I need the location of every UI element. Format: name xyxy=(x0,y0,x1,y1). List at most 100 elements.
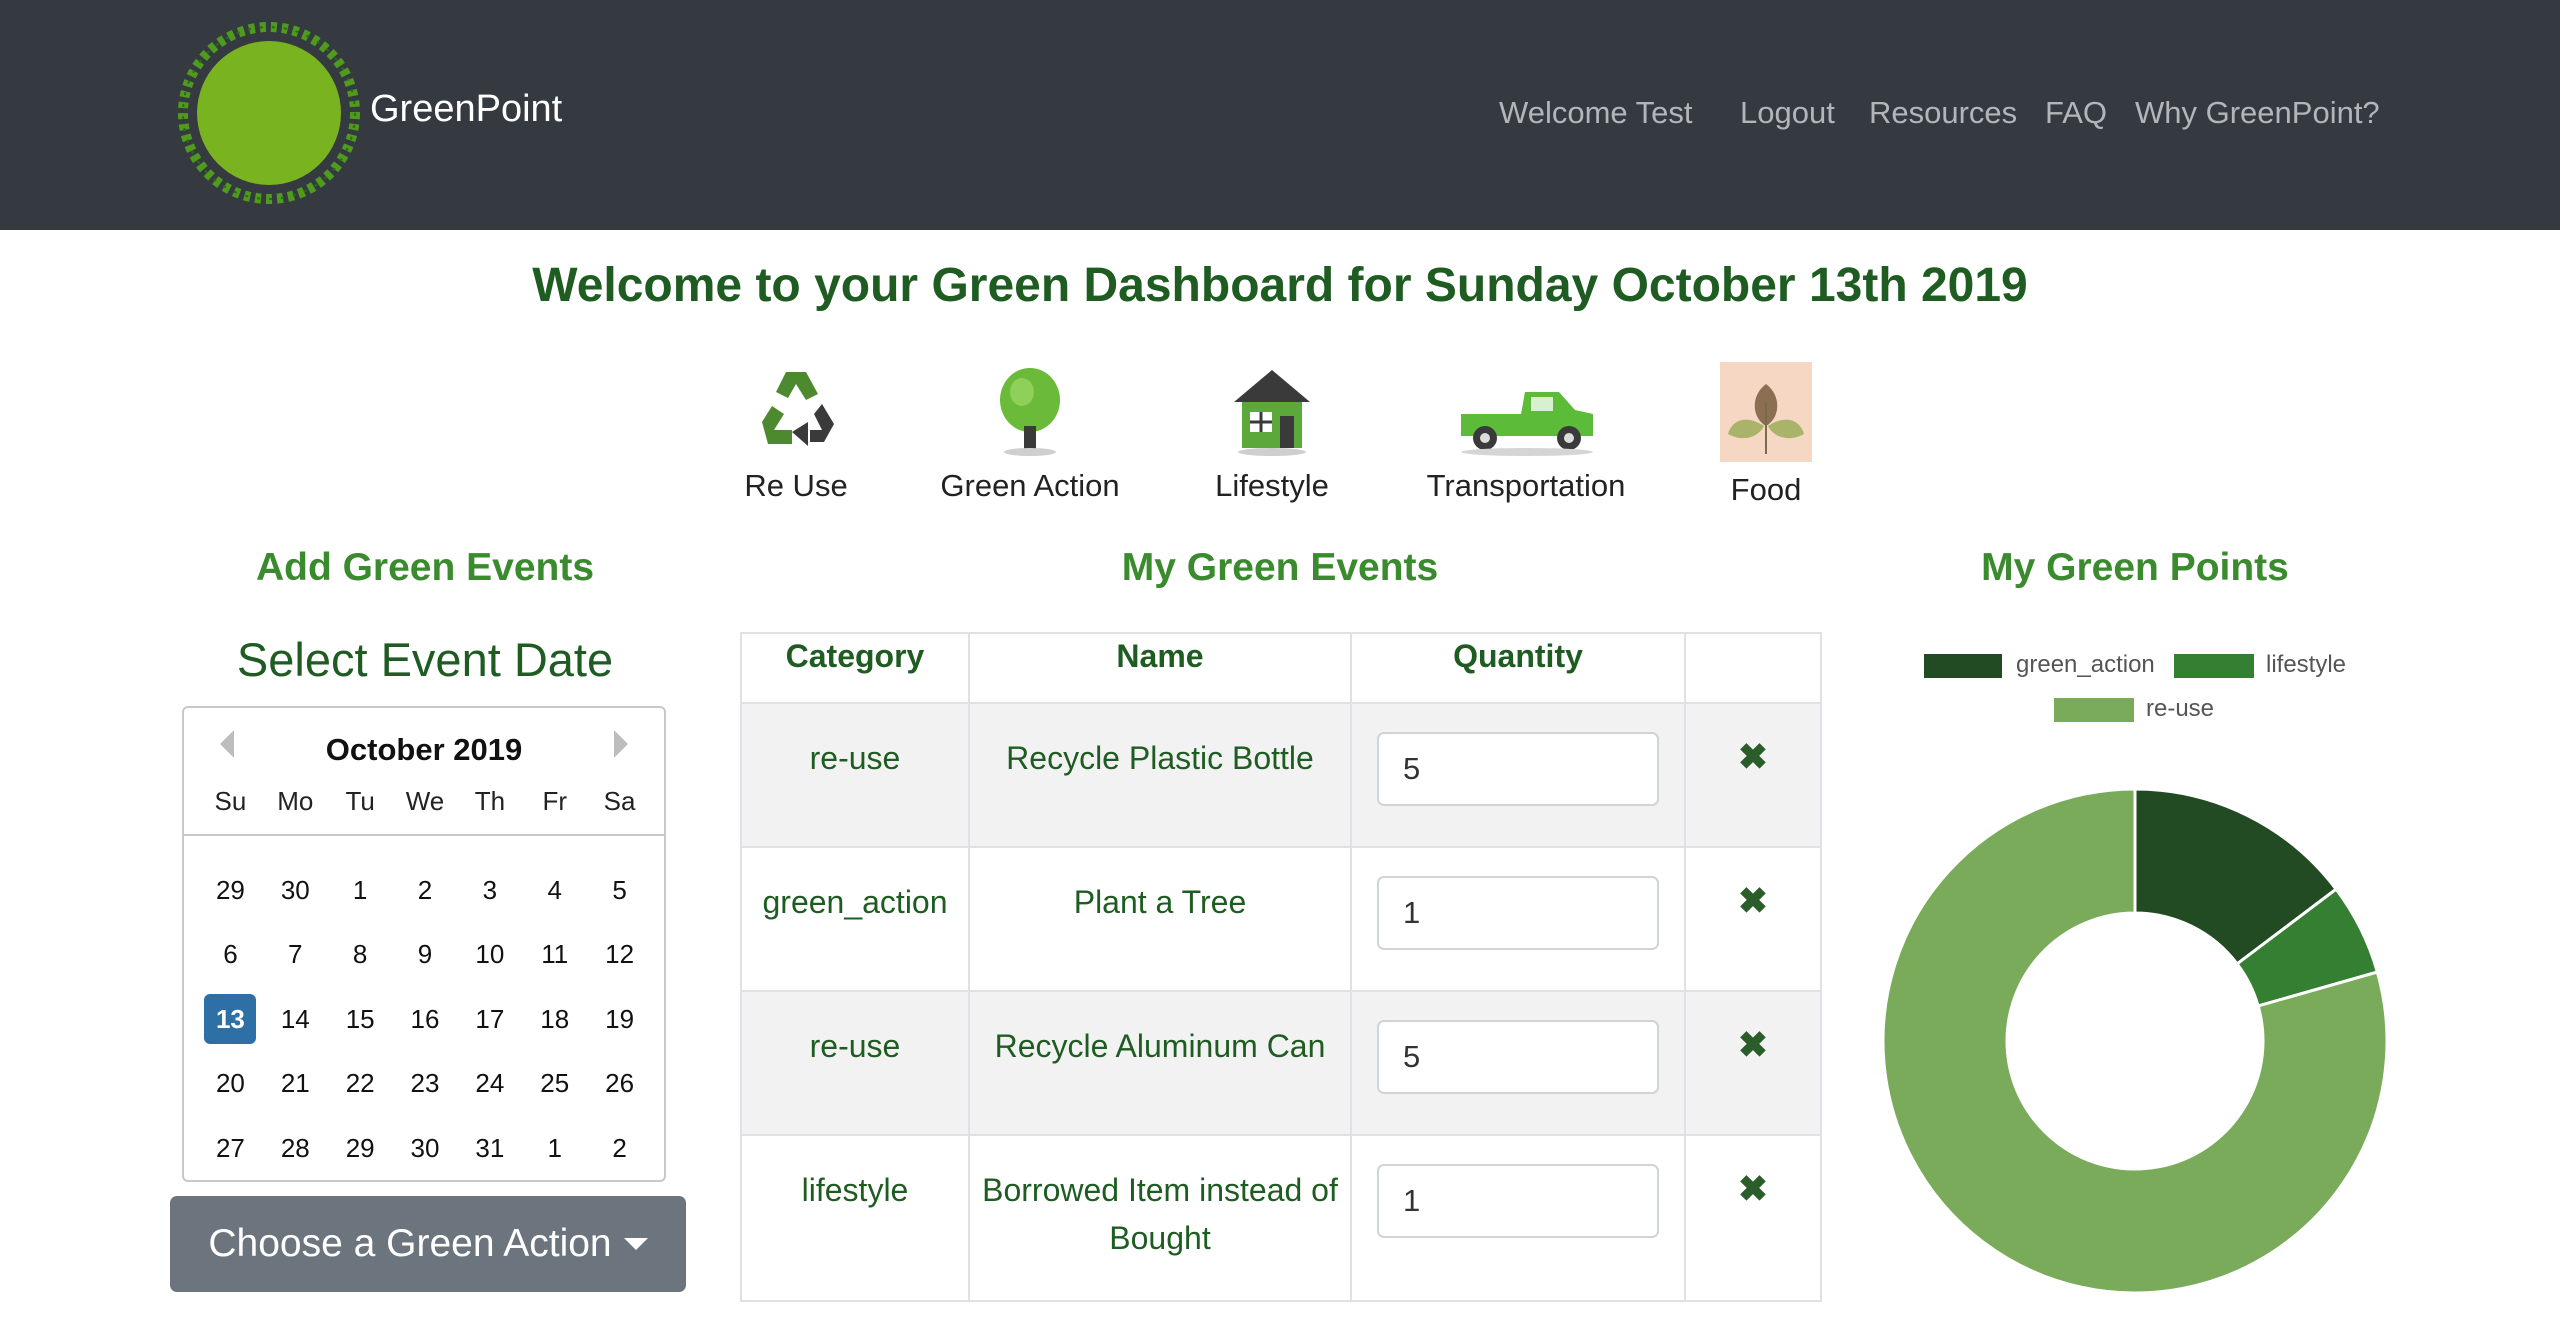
weekday-label: We xyxy=(405,786,445,816)
weekday-label: Mo xyxy=(277,786,314,816)
calendar-day[interactable]: 28 xyxy=(263,1133,328,1164)
weekday-label: Fr xyxy=(542,786,567,816)
quantity-input[interactable] xyxy=(1377,876,1659,950)
delete-cell: ✖ xyxy=(1684,846,1822,992)
legend-label[interactable]: lifestyle xyxy=(2266,651,2346,679)
calendar-day[interactable]: 10 xyxy=(457,939,522,970)
nav-welcome: Welcome Test xyxy=(1499,95,1693,130)
my-events-heading: My Green Events xyxy=(1121,546,1439,589)
calendar-day[interactable]: 14 xyxy=(263,1004,328,1035)
legend-swatch[interactable] xyxy=(2174,654,2254,678)
nav-faq[interactable]: FAQ xyxy=(2045,95,2107,131)
calendar-day[interactable]: 3 xyxy=(457,875,522,906)
legend-label[interactable]: re-use xyxy=(2146,695,2214,723)
choose-green-action-button[interactable]: Choose a Green Action xyxy=(170,1196,686,1292)
calendar-day[interactable]: 1 xyxy=(328,875,393,906)
caret-down-icon xyxy=(623,1238,648,1250)
calendar-day[interactable]: 2 xyxy=(587,1133,652,1164)
calendar-day[interactable]: 29 xyxy=(328,1133,393,1164)
events-table: Category Name Quantity re-use Recycle Pl… xyxy=(740,632,1822,1302)
calendar-day[interactable]: 20 xyxy=(198,1068,263,1099)
quantity-cell xyxy=(1350,846,1686,992)
calendar-day[interactable]: 18 xyxy=(522,1004,587,1035)
calendar-day[interactable]: 27 xyxy=(198,1133,263,1164)
delete-cell: ✖ xyxy=(1684,990,1822,1136)
calendar-day[interactable]: 22 xyxy=(328,1068,393,1099)
delete-icon[interactable]: ✖ xyxy=(1738,1165,1768,1213)
calendar-day-selected[interactable]: 13 xyxy=(198,994,263,1045)
table-row: green_action Plant a Tree ✖ xyxy=(740,846,1822,992)
category-label: Transportation xyxy=(1426,468,1626,503)
category-food[interactable]: Food xyxy=(1706,362,1826,508)
calendar-day[interactable]: 6 xyxy=(198,939,263,970)
calendar-day[interactable]: 19 xyxy=(587,1004,652,1035)
brand-name[interactable]: GreenPoint xyxy=(370,88,562,131)
event-category: green_action xyxy=(740,846,970,992)
delete-icon[interactable]: ✖ xyxy=(1738,1021,1768,1069)
greenpoint-logo[interactable] xyxy=(178,22,360,204)
column-header-category: Category xyxy=(740,632,970,704)
quantity-input[interactable] xyxy=(1377,1020,1659,1094)
calendar-month-title[interactable]: October 2019 xyxy=(184,732,664,768)
calendar-day[interactable]: 4 xyxy=(522,875,587,906)
calendar-day[interactable]: 15 xyxy=(328,1004,393,1035)
calendar-week: 20 21 22 23 24 25 26 xyxy=(198,1052,652,1117)
quantity-input[interactable] xyxy=(1377,1164,1659,1238)
calendar-day[interactable]: 29 xyxy=(198,875,263,906)
calendar-day[interactable]: 5 xyxy=(587,875,652,906)
my-points-heading: My Green Points xyxy=(1981,546,2289,589)
calendar-day[interactable]: 8 xyxy=(328,939,393,970)
delete-icon[interactable]: ✖ xyxy=(1738,877,1768,925)
leaves-icon xyxy=(1720,362,1812,462)
calendar-day[interactable]: 16 xyxy=(393,1004,458,1035)
event-name: Recycle Aluminum Can xyxy=(968,990,1352,1136)
nav-resources[interactable]: Resources xyxy=(1869,95,2017,131)
next-month-icon[interactable] xyxy=(614,730,628,758)
calendar-day[interactable]: 25 xyxy=(522,1068,587,1099)
legend-label[interactable]: green_action xyxy=(2016,651,2155,679)
calendar-day[interactable]: 2 xyxy=(393,875,458,906)
category-label: Food xyxy=(1730,472,1802,507)
quantity-cell xyxy=(1350,990,1686,1136)
calendar-day[interactable]: 17 xyxy=(457,1004,522,1035)
calendar-week: 29 30 1 2 3 4 5 xyxy=(198,858,652,923)
calendar-day[interactable]: 1 xyxy=(522,1133,587,1164)
calendar-day[interactable]: 30 xyxy=(263,875,328,906)
event-name: Plant a Tree xyxy=(968,846,1352,992)
event-name: Recycle Plastic Bottle xyxy=(968,702,1352,848)
truck-icon xyxy=(1461,392,1593,456)
page-title: Welcome to your Green Dashboard for Sund… xyxy=(532,259,2028,312)
table-row: re-use Recycle Plastic Bottle ✖ xyxy=(740,702,1822,848)
category-lifestyle[interactable]: Lifestyle xyxy=(1192,362,1352,504)
calendar-day[interactable]: 24 xyxy=(457,1068,522,1099)
calendar-grid: 29 30 1 2 3 4 5 6 7 8 9 10 11 12 13 14 15 16 17 18 19 20 21 22 2… xyxy=(198,858,652,1181)
house-icon xyxy=(1234,370,1310,456)
navbar: GreenPoint Welcome Test Logout Resources… xyxy=(0,0,2560,230)
quantity-cell xyxy=(1350,702,1686,848)
calendar-day[interactable]: 21 xyxy=(263,1068,328,1099)
weekday-label: Su xyxy=(214,786,247,816)
delete-icon[interactable]: ✖ xyxy=(1738,733,1768,781)
calendar-week: 27 28 29 30 31 1 2 xyxy=(198,1116,652,1181)
date-picker: October 2019 Su Mo Tu We Th Fr Sa 29 30 1 2 3 4 5 6 7 8… xyxy=(182,706,666,1182)
quantity-input[interactable] xyxy=(1377,732,1659,806)
legend-swatch[interactable] xyxy=(2054,698,2134,722)
calendar-day[interactable]: 23 xyxy=(393,1068,458,1099)
category-green-action[interactable]: Green Action xyxy=(930,362,1130,504)
nav-logout[interactable]: Logout xyxy=(1740,95,1835,131)
calendar-day[interactable]: 30 xyxy=(393,1133,458,1164)
category-reuse[interactable]: Re Use xyxy=(716,362,876,504)
green-points-chart xyxy=(1881,787,2389,1295)
weekday-label: Sa xyxy=(603,786,636,816)
calendar-day[interactable]: 11 xyxy=(522,939,587,970)
calendar-day[interactable]: 31 xyxy=(457,1133,522,1164)
calendar-day[interactable]: 7 xyxy=(263,939,328,970)
calendar-day[interactable]: 12 xyxy=(587,939,652,970)
calendar-day[interactable]: 9 xyxy=(393,939,458,970)
event-category: re-use xyxy=(740,990,970,1136)
legend-swatch[interactable] xyxy=(1924,654,2002,678)
category-label: Green Action xyxy=(940,468,1120,503)
nav-why-greenpoint[interactable]: Why GreenPoint? xyxy=(2135,95,2380,131)
category-transportation[interactable]: Transportation xyxy=(1406,362,1646,504)
calendar-day[interactable]: 26 xyxy=(587,1068,652,1099)
